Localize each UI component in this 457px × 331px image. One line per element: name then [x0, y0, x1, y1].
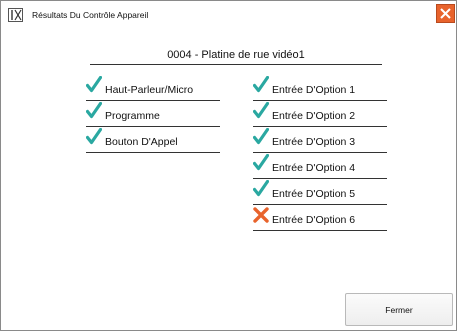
check-icon	[85, 75, 103, 94]
device-heading: 0004 - Platine de rue vidéo1	[90, 49, 382, 65]
result-item-option-4: Entrée D'Option 4	[252, 153, 387, 179]
close-icon	[440, 8, 451, 19]
result-item-option-1: Entrée D'Option 1	[252, 75, 387, 101]
check-icon	[252, 153, 270, 172]
window-close-button[interactable]	[436, 4, 455, 23]
result-dialog: Résultats Du Contrôle Appareil 0004 - Pl…	[0, 0, 457, 331]
check-icon	[252, 179, 270, 198]
result-label: Haut-Parleur/Micro	[105, 84, 194, 96]
result-label: Entrée D'Option 4	[272, 162, 356, 174]
result-item-programme: Programme	[85, 101, 220, 127]
check-icon	[85, 101, 103, 120]
result-item-option-5: Entrée D'Option 5	[252, 179, 387, 205]
check-icon	[252, 101, 270, 120]
result-item-option-3: Entrée D'Option 3	[252, 127, 387, 153]
title-bar: Résultats Du Contrôle Appareil	[1, 1, 456, 27]
check-icon	[252, 75, 270, 94]
cross-icon	[253, 206, 269, 224]
result-item-bouton-appel: Bouton D'Appel	[85, 127, 220, 153]
window-title: Résultats Du Contrôle Appareil	[32, 10, 149, 20]
result-label: Entrée D'Option 6	[272, 214, 356, 226]
check-icon	[252, 127, 270, 146]
fermer-button[interactable]: Fermer	[345, 293, 453, 326]
result-item-option-6: Entrée D'Option 6	[253, 207, 387, 231]
result-label: Entrée D'Option 5	[272, 188, 356, 200]
result-label: Programme	[105, 110, 160, 122]
result-label: Entrée D'Option 2	[272, 110, 356, 122]
check-icon	[85, 127, 103, 146]
result-label: Entrée D'Option 1	[272, 84, 356, 96]
result-label: Bouton D'Appel	[105, 136, 178, 148]
result-item-option-2: Entrée D'Option 2	[252, 101, 387, 127]
result-label: Entrée D'Option 3	[272, 136, 356, 148]
result-item-haut-parleur-micro: Haut-Parleur/Micro	[85, 75, 220, 101]
ix-logo-icon	[8, 8, 23, 22]
